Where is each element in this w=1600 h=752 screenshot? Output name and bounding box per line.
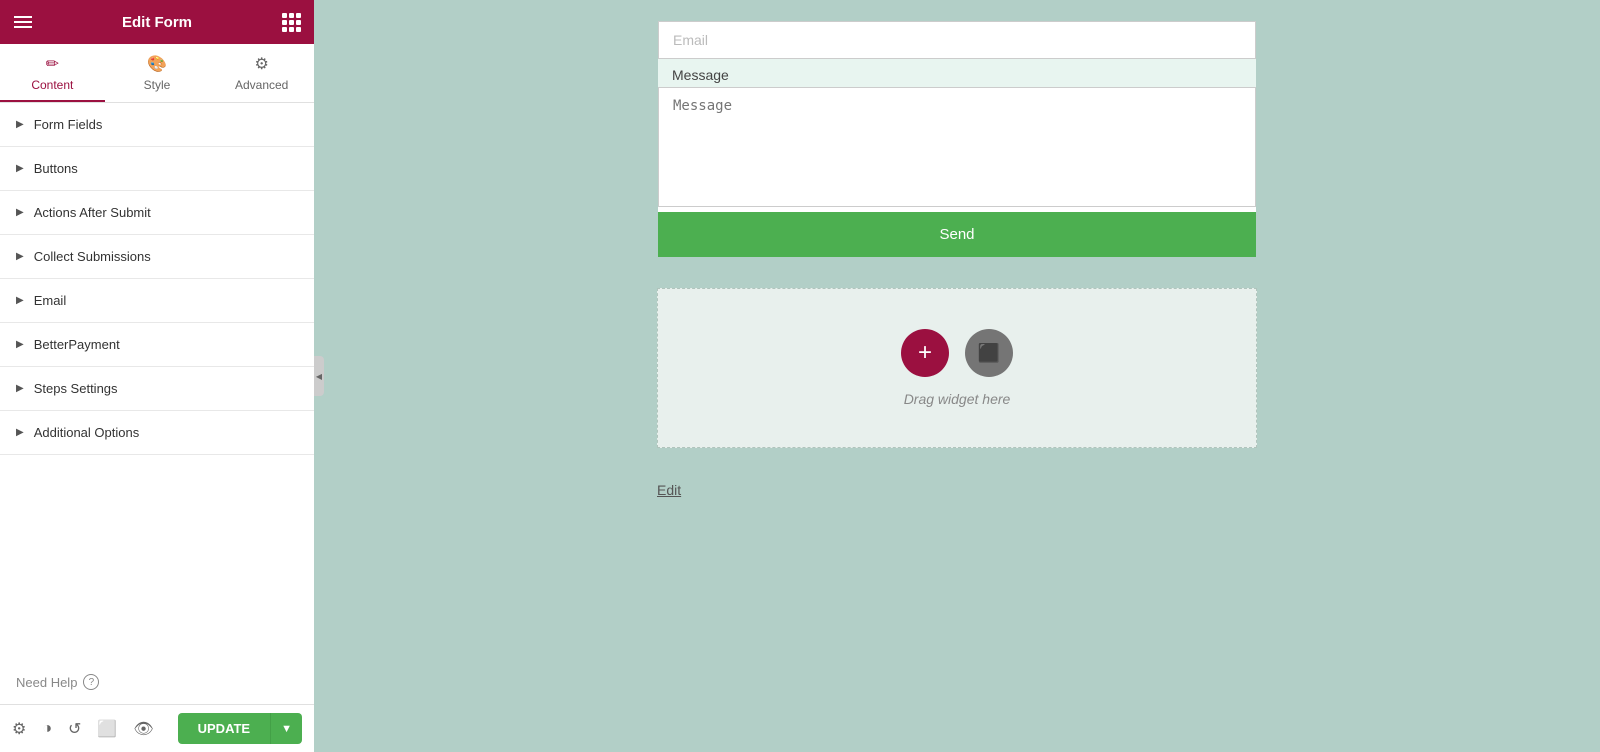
form-widget: Message Send (657, 20, 1257, 258)
layers-icon[interactable]: ◑ (42, 720, 52, 738)
accordion-item-collect-submissions: ▶ Collect Submissions (0, 235, 314, 279)
drag-widget-area: + ⬛ Drag widget here (657, 288, 1257, 448)
drag-widget-label: Drag widget here (904, 391, 1011, 407)
panel-title: Edit Form (122, 14, 192, 31)
plus-icon: + (918, 339, 932, 367)
style-tab-label: Style (144, 78, 171, 92)
email-field-container (658, 21, 1256, 59)
panel-footer: ⚙ ◑ ↺ ⬜ 👁 UPDATE ▼ (0, 704, 314, 752)
email-input[interactable] (658, 21, 1256, 59)
accordion-arrow-email: ▶ (16, 295, 24, 306)
advanced-tab-icon: ⚙ (255, 54, 269, 74)
canvas-area: Message Send + ⬛ Drag widget here Edit (314, 0, 1600, 752)
accordion-header-collect-submissions[interactable]: ▶ Collect Submissions (0, 235, 314, 278)
accordion-header-actions-after-submit[interactable]: ▶ Actions After Submit (0, 191, 314, 234)
accordion-header-steps-settings[interactable]: ▶ Steps Settings (0, 367, 314, 410)
accordion-header-buttons[interactable]: ▶ Buttons (0, 147, 314, 190)
accordion-header-additional-options[interactable]: ▶ Additional Options (0, 411, 314, 454)
accordion-list: ▶ Form Fields ▶ Buttons ▶ Actions After … (0, 103, 314, 660)
accordion-item-email: ▶ Email (0, 279, 314, 323)
footer-icons-group: ⚙ ◑ ↺ ⬜ 👁 (12, 719, 154, 739)
accordion-arrow-buttons: ▶ (16, 163, 24, 174)
responsive-icon[interactable]: ⬜ (97, 719, 117, 739)
accordion-item-form-fields: ▶ Form Fields (0, 103, 314, 147)
accordion-item-actions-after-submit: ▶ Actions After Submit (0, 191, 314, 235)
collapse-panel-handle[interactable]: ◀ (314, 356, 324, 396)
update-dropdown-button[interactable]: ▼ (270, 713, 302, 744)
update-button[interactable]: UPDATE (178, 713, 270, 744)
message-label: Message (658, 59, 1256, 87)
accordion-arrow-better-payment: ▶ (16, 339, 24, 350)
accordion-header-email[interactable]: ▶ Email (0, 279, 314, 322)
content-tab-label: Content (31, 78, 73, 92)
need-help-label: Need Help (16, 675, 77, 690)
advanced-tab-label: Advanced (235, 78, 288, 92)
update-btn-group: UPDATE ▼ (178, 713, 302, 744)
accordion-item-steps-settings: ▶ Steps Settings (0, 367, 314, 411)
accordion-label-email: Email (34, 293, 67, 308)
need-help-section[interactable]: Need Help ? (0, 660, 314, 704)
send-button[interactable]: Send (658, 212, 1256, 257)
message-field-container: Message (658, 59, 1256, 212)
tab-content[interactable]: ✏ Content (0, 44, 105, 102)
accordion-label-additional-options: Additional Options (34, 425, 140, 440)
accordion-header-form-fields[interactable]: ▶ Form Fields (0, 103, 314, 146)
tabs-bar: ✏ Content 🎨 Style ⚙ Advanced (0, 44, 314, 103)
tab-style[interactable]: 🎨 Style (105, 44, 210, 102)
accordion-label-actions-after-submit: Actions After Submit (34, 205, 151, 220)
drag-widget-icons: + ⬛ (901, 329, 1013, 377)
panel-header: Edit Form (0, 0, 314, 44)
widget-icon: ⬛ (978, 343, 1000, 364)
add-widget-button[interactable]: + (901, 329, 949, 377)
accordion-item-buttons: ▶ Buttons (0, 147, 314, 191)
left-panel: Edit Form ✏ Content 🎨 Style ⚙ Advanced ▶ (0, 0, 314, 752)
content-tab-icon: ✏ (46, 54, 59, 74)
accordion-label-buttons: Buttons (34, 161, 78, 176)
accordion-label-better-payment: BetterPayment (34, 337, 120, 352)
preview-icon[interactable]: 👁 (133, 719, 153, 739)
accordion-arrow-actions-after-submit: ▶ (16, 207, 24, 218)
history-icon[interactable]: ↺ (68, 719, 81, 739)
message-textarea[interactable] (658, 87, 1256, 207)
accordion-label-collect-submissions: Collect Submissions (34, 249, 151, 264)
help-circle-icon: ? (83, 674, 99, 690)
apps-grid-icon[interactable] (282, 13, 300, 31)
hamburger-menu-icon[interactable] (14, 16, 32, 28)
settings-icon[interactable]: ⚙ (12, 719, 26, 739)
style-tab-icon: 🎨 (147, 54, 167, 74)
accordion-arrow-form-fields: ▶ (16, 119, 24, 130)
accordion-arrow-additional-options: ▶ (16, 427, 24, 438)
edit-link[interactable]: Edit (657, 478, 1257, 502)
accordion-label-form-fields: Form Fields (34, 117, 103, 132)
accordion-label-steps-settings: Steps Settings (34, 381, 118, 396)
accordion-item-additional-options: ▶ Additional Options (0, 411, 314, 455)
tab-advanced[interactable]: ⚙ Advanced (209, 44, 314, 102)
widget-type-button[interactable]: ⬛ (965, 329, 1013, 377)
accordion-item-better-payment: ▶ BetterPayment (0, 323, 314, 367)
accordion-header-better-payment[interactable]: ▶ BetterPayment (0, 323, 314, 366)
accordion-arrow-steps-settings: ▶ (16, 383, 24, 394)
accordion-arrow-collect-submissions: ▶ (16, 251, 24, 262)
